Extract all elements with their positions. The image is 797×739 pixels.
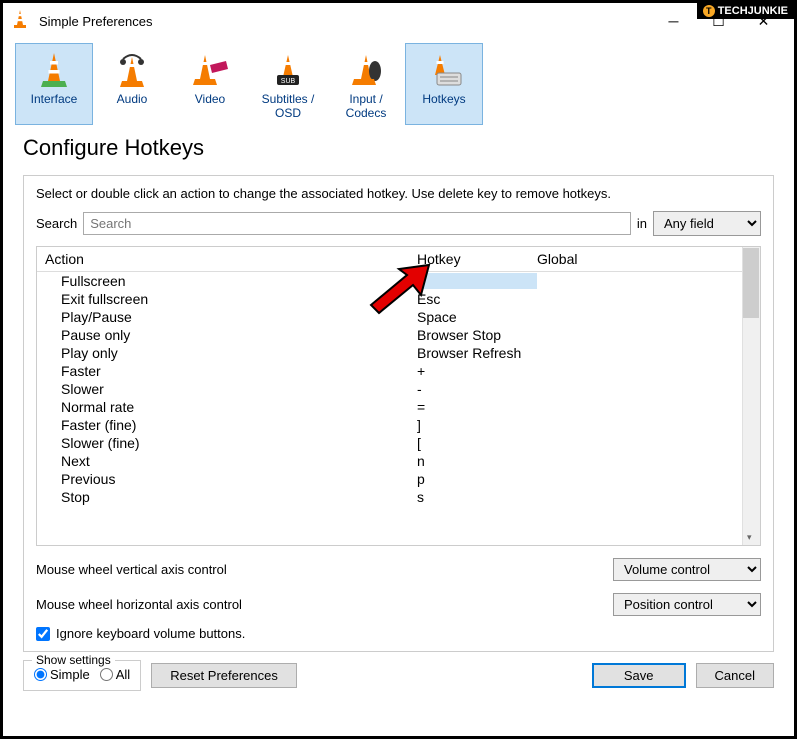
cell-global [537,435,760,451]
cell-global [537,327,760,343]
tab-video[interactable]: Video [171,43,249,125]
cell-action: Faster (fine) [37,417,417,433]
cell-action: Stop [37,489,417,505]
cancel-button[interactable]: Cancel [696,663,774,688]
cell-global [537,363,760,379]
table-row[interactable]: Stops [37,488,760,506]
cell-global [537,453,760,469]
cell-action: Play only [37,345,417,361]
cell-hotkey: + [417,363,537,379]
hotkeys-panel: Select or double click an action to chan… [23,175,774,652]
hotkeys-cone-icon [408,48,480,92]
search-input[interactable] [83,212,631,235]
cell-hotkey: ] [417,417,537,433]
reset-button[interactable]: Reset Preferences [151,663,297,688]
window-title: Simple Preferences [39,14,651,29]
titlebar: Simple Preferences ─ ☐ ✕ [3,3,794,39]
cell-hotkey: p [417,471,537,487]
table-row[interactable]: Fullscreen0 [37,272,760,290]
cell-hotkey: 0 [417,273,537,289]
cell-global [537,417,760,433]
table-row[interactable]: Play onlyBrowser Refresh [37,344,760,362]
save-button[interactable]: Save [592,663,686,688]
cell-global [537,471,760,487]
table-row[interactable]: Pause onlyBrowser Stop [37,326,760,344]
mouse-horz-dropdown[interactable]: Position control [613,593,761,616]
cell-global [537,489,760,505]
table-row[interactable]: Play/PauseSpace [37,308,760,326]
cell-hotkey: n [417,453,537,469]
cell-hotkey: [ [417,435,537,451]
radio-simple[interactable]: Simple [34,667,90,682]
video-cone-icon [174,48,246,92]
cell-action: Exit fullscreen [37,291,417,307]
cell-global [537,345,760,361]
cell-action: Pause only [37,327,417,343]
cell-global [537,399,760,415]
cell-hotkey: Space [417,309,537,325]
cell-action: Fullscreen [37,273,417,289]
field-dropdown[interactable]: Any field [653,211,761,236]
table-row[interactable]: Slower (fine)[ [37,434,760,452]
page-title: Configure Hotkeys [23,135,774,161]
codecs-cone-icon [330,48,402,92]
cell-action: Normal rate [37,399,417,415]
show-settings-group: Show settings Simple All [23,660,141,691]
tab-audio[interactable]: Audio [93,43,171,125]
cell-hotkey: Esc [417,291,537,307]
table-row[interactable]: Slower- [37,380,760,398]
table-row[interactable]: Normal rate= [37,398,760,416]
radio-all[interactable]: All [100,667,130,682]
hotkey-table: Action Hotkey Global Fullscreen0Exit ful… [36,246,761,546]
vlc-cone-icon [11,9,31,34]
tab-input-codecs[interactable]: Input / Codecs [327,43,405,125]
cell-action: Previous [37,471,417,487]
category-toolbar: Interface Audio Video SUB Subtitles / OS… [3,39,794,133]
cell-global [537,381,760,397]
ignore-kb-label: Ignore keyboard volume buttons. [56,626,245,641]
instruction-text: Select or double click an action to chan… [36,186,761,201]
cell-action: Faster [37,363,417,379]
svg-text:SUB: SUB [281,78,296,85]
cell-action: Slower (fine) [37,435,417,451]
tab-subtitles[interactable]: SUB Subtitles / OSD [249,43,327,125]
column-hotkey[interactable]: Hotkey [417,251,537,267]
watermark: TTECHJUNKIE [697,3,794,19]
interface-cone-icon [18,48,90,92]
cell-action: Next [37,453,417,469]
mouse-horz-label: Mouse wheel horizontal axis control [36,597,613,612]
cell-action: Slower [37,381,417,397]
table-row[interactable]: Faster (fine)] [37,416,760,434]
cell-global [537,273,760,289]
tab-interface[interactable]: Interface [15,43,93,125]
cell-hotkey: s [417,489,537,505]
column-global[interactable]: Global [537,251,760,267]
table-row[interactable]: Faster+ [37,362,760,380]
search-label: Search [36,216,77,231]
headphones-cone-icon [96,48,168,92]
cell-action: Play/Pause [37,309,417,325]
cell-global [537,291,760,307]
ignore-kb-checkbox[interactable] [36,627,50,641]
mouse-vert-label: Mouse wheel vertical axis control [36,562,613,577]
mouse-vert-dropdown[interactable]: Volume control [613,558,761,581]
cell-hotkey: = [417,399,537,415]
minimize-button[interactable]: ─ [651,7,696,35]
cell-hotkey: - [417,381,537,397]
cell-hotkey: Browser Refresh [417,345,537,361]
table-row[interactable]: Nextn [37,452,760,470]
scrollbar[interactable] [742,247,760,545]
table-row[interactable]: Exit fullscreenEsc [37,290,760,308]
cell-hotkey: Browser Stop [417,327,537,343]
table-row[interactable]: Previousp [37,470,760,488]
in-label: in [637,216,647,231]
cell-global [537,309,760,325]
subtitles-cone-icon: SUB [252,48,324,92]
column-action[interactable]: Action [37,251,417,267]
tab-hotkeys[interactable]: Hotkeys [405,43,483,125]
